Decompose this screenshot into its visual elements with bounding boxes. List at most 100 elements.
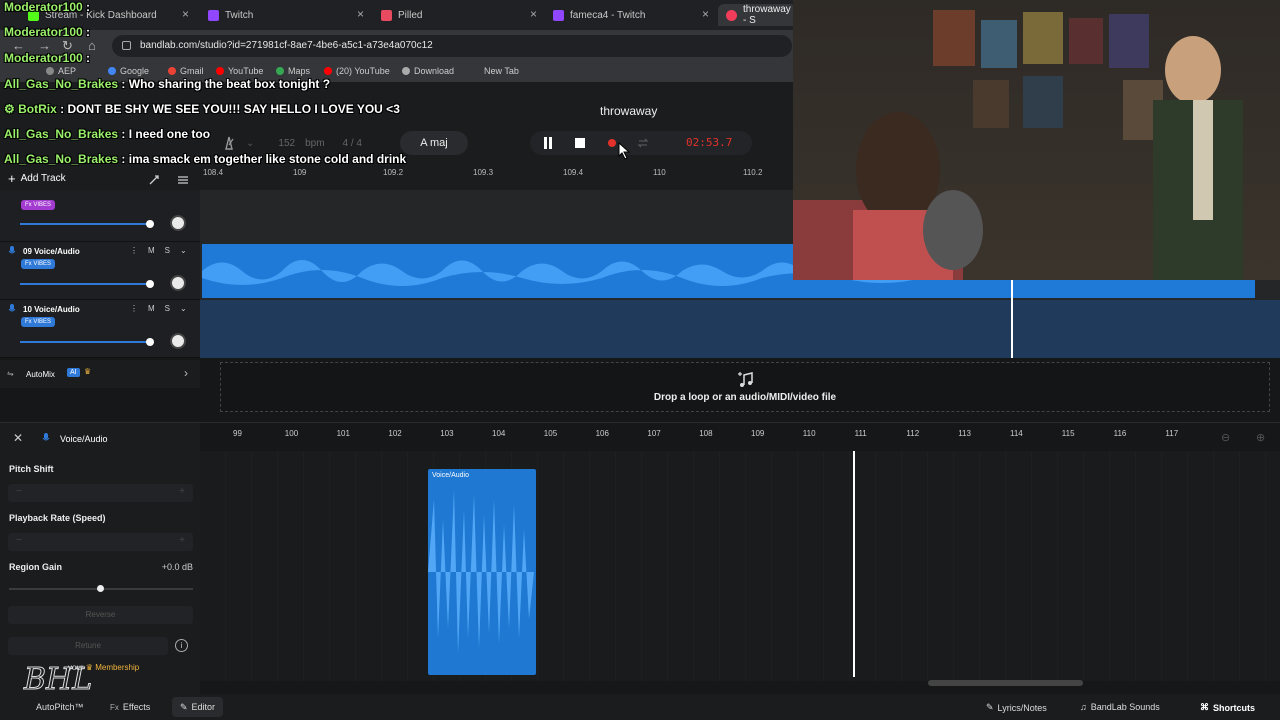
pan-knob[interactable]: [170, 215, 186, 231]
volume-slider[interactable]: [20, 341, 150, 343]
track-lane-10[interactable]: [200, 300, 1280, 358]
fx-badge[interactable]: Fx VIBES: [21, 317, 56, 327]
track-buttons: ⋮ M S ⌄: [130, 304, 187, 313]
ruler-tick: 106: [595, 429, 609, 438]
membership-link[interactable]: Membership: [95, 663, 139, 672]
bookmark-google[interactable]: Google: [108, 66, 149, 76]
editor-grid[interactable]: Voice/Audio: [200, 451, 1280, 681]
bookmark-youtube-20[interactable]: (20) YouTube: [324, 66, 390, 76]
pan-knob[interactable]: [170, 275, 186, 291]
bookmark-aep[interactable]: AEP: [46, 66, 76, 76]
bookmark-youtube[interactable]: YouTube: [216, 66, 263, 76]
add-track-button[interactable]: + Add Track: [8, 171, 66, 186]
sounds-label: BandLab Sounds: [1090, 702, 1160, 712]
editor-ruler[interactable]: 99 100 101 102 103 104 105 106 107 108 109 110 111 11…: [200, 423, 1280, 449]
mute-button[interactable]: M: [148, 304, 155, 313]
bandlab-sounds-button[interactable]: ♫ BandLab Sounds: [1080, 702, 1160, 712]
loop-icon[interactable]: [636, 136, 650, 150]
pause-icon[interactable]: [542, 136, 554, 150]
url-field[interactable]: bandlab.com/studio?id=271981cf-8ae7-4be6…: [112, 35, 792, 57]
timeline-ruler[interactable]: 108.4 109 109.2 109.3 109.4 110 110.2: [200, 164, 800, 190]
time-signature[interactable]: 4 / 4: [343, 138, 362, 149]
record-icon[interactable]: [606, 136, 618, 150]
zoom-in-icon[interactable]: ⊕: [1256, 431, 1265, 444]
volume-thumb[interactable]: [146, 338, 154, 346]
music-file-icon: [738, 372, 753, 387]
solo-button[interactable]: S: [165, 304, 170, 313]
pan-knob[interactable]: [170, 333, 186, 349]
close-icon[interactable]: ×: [530, 7, 537, 21]
twitch-icon: [553, 9, 564, 21]
site-info-icon[interactable]: [122, 41, 131, 50]
volume-slider[interactable]: [20, 283, 150, 285]
editor-playhead[interactable]: [853, 451, 855, 677]
chevron-right-icon[interactable]: ›: [184, 366, 188, 380]
lyrics-notes-button[interactable]: ✎ Lyrics/Notes: [986, 702, 1047, 713]
more-icon[interactable]: ⋮: [130, 246, 138, 255]
tab-throwaway[interactable]: throwaway - S: [718, 4, 796, 26]
bandlab-icon: [726, 9, 737, 21]
bookmark-maps[interactable]: Maps: [276, 66, 310, 76]
drop-zone[interactable]: Drop a loop or an audio/MIDI/video file: [220, 362, 1270, 412]
effects-button[interactable]: Fx Effects: [110, 702, 150, 712]
minus-icon[interactable]: −: [16, 535, 22, 546]
minus-icon[interactable]: −: [16, 486, 22, 497]
pitch-shift-stepper[interactable]: − +: [8, 484, 193, 502]
automix-row[interactable]: ⇋ AutoMix AI ♛ ›: [0, 360, 200, 388]
tab-twitch[interactable]: Twitch ×: [200, 4, 370, 26]
project-title[interactable]: throwaway: [600, 104, 657, 118]
playhead[interactable]: [1011, 280, 1013, 300]
metronome-icon[interactable]: [222, 136, 236, 150]
track-header-08[interactable]: Fx VIBES: [0, 190, 200, 242]
horizontal-scrollbar[interactable]: [928, 680, 1083, 686]
close-icon[interactable]: ✕: [13, 431, 23, 445]
editor-audio-region[interactable]: Voice/Audio: [428, 469, 536, 675]
key-selector[interactable]: A maj: [400, 131, 468, 155]
track-name[interactable]: 09 Voice/Audio: [23, 247, 80, 256]
chevron-down-icon[interactable]: ⌄: [180, 246, 187, 255]
bookmark-new-tab[interactable]: New Tab: [484, 66, 519, 76]
shortcuts-button[interactable]: ⌘ Shortcuts: [1200, 702, 1255, 713]
mute-button[interactable]: M: [148, 246, 155, 255]
close-icon[interactable]: ×: [182, 7, 189, 21]
bookmark-download[interactable]: Download: [402, 66, 454, 76]
retune-button[interactable]: Retune: [8, 637, 168, 655]
settings-sliders-icon[interactable]: [177, 174, 189, 186]
fx-badge[interactable]: Fx VIBES: [21, 200, 56, 210]
plus-icon[interactable]: +: [179, 486, 185, 497]
tab-fameca4[interactable]: fameca4 - Twitch ×: [545, 4, 715, 26]
region-gain-thumb[interactable]: [97, 585, 104, 592]
volume-thumb[interactable]: [146, 220, 154, 228]
info-icon[interactable]: i: [175, 639, 188, 652]
plus-icon[interactable]: +: [179, 535, 185, 546]
close-icon[interactable]: ×: [357, 7, 364, 21]
playback-rate-stepper[interactable]: − +: [8, 533, 193, 551]
bookmark-gmail[interactable]: Gmail: [168, 66, 204, 76]
reverse-button[interactable]: Reverse: [8, 606, 193, 624]
track-header-09[interactable]: 09 Voice/Audio Fx VIBES ⋮ M S ⌄: [0, 242, 200, 300]
more-icon[interactable]: ⋮: [130, 304, 138, 313]
editor-button[interactable]: ✎ Editor: [172, 697, 224, 717]
track-header-10[interactable]: 10 Voice/Audio Fx VIBES ⋮ M S ⌄: [0, 300, 200, 358]
chat-message: ⚙ BotRix : DONT BE SHY WE SEE YOU!!! SAY…: [4, 102, 400, 116]
close-icon[interactable]: ×: [702, 7, 709, 21]
ruler-tick: 99: [233, 429, 242, 438]
chevron-down-icon[interactable]: ⌄: [246, 138, 254, 149]
stop-icon[interactable]: [574, 136, 586, 150]
playhead[interactable]: [1011, 300, 1013, 358]
zoom-out-icon[interactable]: ⊖: [1221, 431, 1230, 444]
bpm-value[interactable]: 152: [278, 138, 295, 149]
chevron-down-icon[interactable]: ⌄: [180, 304, 187, 313]
volume-slider[interactable]: [20, 223, 150, 225]
ruler-tick: 100: [284, 429, 299, 438]
volume-thumb[interactable]: [146, 280, 154, 288]
ruler-tick: 109: [293, 168, 307, 177]
tools-icon[interactable]: [148, 174, 160, 186]
fx-badge[interactable]: Fx VIBES: [21, 259, 56, 269]
autopitch-button[interactable]: AutoPitch™: [36, 702, 84, 712]
chat-text: : Who sharing the beat box tonight ?: [121, 77, 331, 91]
track-name[interactable]: 10 Voice/Audio: [23, 305, 80, 314]
bookmark-label: Maps: [288, 66, 311, 76]
solo-button[interactable]: S: [165, 246, 170, 255]
tab-pilled[interactable]: Pilled ×: [373, 4, 543, 26]
